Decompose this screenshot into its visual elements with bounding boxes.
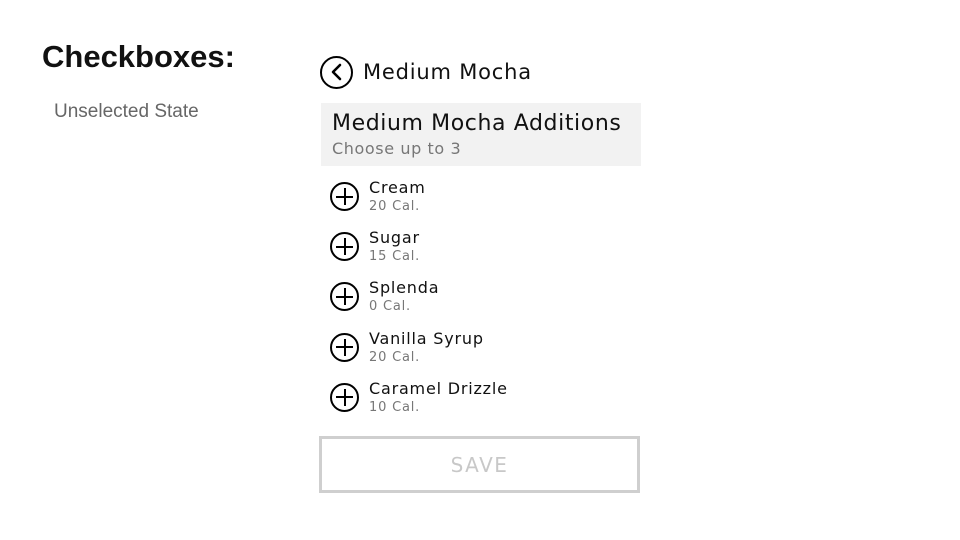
option-calories: 10 Cal. — [369, 399, 421, 415]
option-calories: 15 Cal. — [369, 249, 421, 265]
option-calories: 20 Cal. — [369, 199, 421, 214]
option-caramel-drizzle[interactable]: Caramel Drizzle 10 Cal. — [330, 379, 630, 429]
additions-title: Medium Mocha Additions — [332, 111, 622, 136]
back-button[interactable] — [320, 55, 353, 89]
option-calories: 0 Cal. — [369, 299, 411, 315]
chevron-left-icon — [331, 63, 341, 81]
slide-subtitle: Unselected State — [54, 101, 199, 122]
option-text: Sugar 15 Cal. — [369, 227, 420, 266]
additions-header: Medium Mocha Additions Choose up to 3 — [321, 103, 641, 166]
option-name: Cream — [369, 178, 426, 197]
option-name: Splenda — [369, 278, 440, 298]
option-vanilla-syrup[interactable]: Vanilla Syrup 20 Cal. — [330, 329, 630, 379]
option-cream[interactable]: Cream 20 Cal. — [330, 178, 630, 228]
option-text: Cream 20 Cal. — [369, 177, 426, 216]
nav-title: Medium Mocha — [363, 60, 532, 84]
option-text: Splenda 0 Cal. — [369, 277, 439, 316]
plus-circle-icon[interactable] — [330, 382, 359, 412]
slide: Checkboxes: Unselected State Medium Moch… — [0, 0, 960, 540]
option-calories: 20 Cal. — [369, 349, 421, 365]
options-list: Cream 20 Cal. Sugar 15 Cal. Splenda 0 Ca… — [330, 178, 630, 429]
plus-circle-icon[interactable] — [330, 182, 359, 211]
option-name: Vanilla Syrup — [369, 328, 484, 348]
additions-subtitle: Choose up to 3 — [332, 139, 462, 158]
option-sugar[interactable]: Sugar 15 Cal. — [330, 228, 630, 278]
mobile-screen: Medium Mocha Medium Mocha Additions Choo… — [318, 50, 648, 500]
option-splenda[interactable]: Splenda 0 Cal. — [330, 278, 630, 328]
option-name: Sugar — [369, 228, 420, 248]
option-text: Vanilla Syrup 20 Cal. — [369, 328, 484, 367]
save-button[interactable]: SAVE — [319, 436, 640, 493]
slide-title: Checkboxes: — [42, 39, 235, 74]
nav-bar: Medium Mocha — [320, 53, 532, 91]
plus-circle-icon[interactable] — [330, 282, 359, 312]
option-name: Caramel Drizzle — [369, 378, 508, 398]
plus-circle-icon[interactable] — [330, 232, 359, 262]
plus-circle-icon[interactable] — [330, 332, 359, 362]
option-text: Caramel Drizzle 10 Cal. — [369, 378, 508, 417]
